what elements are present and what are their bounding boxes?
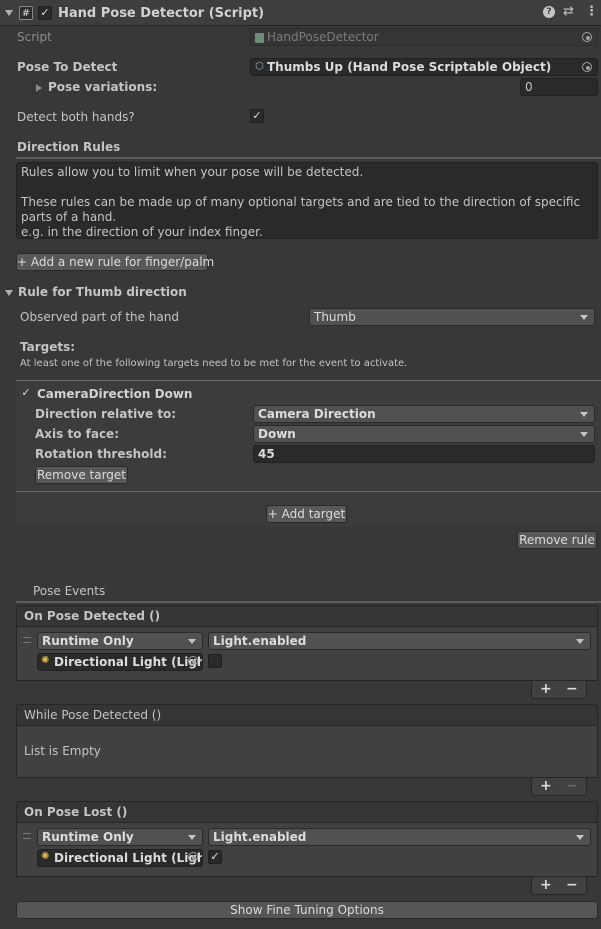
csharp-script-icon [255,33,264,43]
script-field: HandPoseDetector [250,28,598,46]
direction-relative-label: Direction relative to: [35,407,177,421]
target-divider [16,491,601,492]
pose-to-detect-label: Pose To Detect [17,60,118,74]
component-enabled-checkbox[interactable]: ✓ [38,6,52,20]
drag-handle-icon[interactable] [23,637,31,643]
pose-variations-field[interactable]: 0 [520,78,598,96]
detect-both-hands-label: Detect both hands? [17,110,135,124]
rule-title: Rule for Thumb direction [18,285,187,299]
add-event-button[interactable]: + [540,681,552,697]
object-picker-icon[interactable] [188,656,198,666]
pose-events-divider [16,601,601,603]
pose-variations-label: Pose variations: [48,80,158,94]
script-label: Script [17,30,52,44]
object-picker-icon [582,32,592,42]
presets-icon[interactable]: ⇄ [563,4,574,19]
function-dropdown[interactable]: Light.enabled [208,828,591,846]
light-object-field[interactable]: Directional Light (Light) [37,849,203,867]
pose-variations-foldout-icon[interactable] [36,84,42,92]
axis-to-face-label: Axis to face: [35,427,119,441]
on-pose-detected-header: On Pose Detected () [16,605,598,627]
remove-event-button: − [566,778,578,794]
chevron-down-icon [576,639,584,644]
rule-foldout-icon[interactable] [5,290,13,296]
light-object-value: Directional Light (Light) [54,655,203,669]
help-icon[interactable]: ? [543,6,555,18]
remove-target-button[interactable]: Remove target [35,466,128,484]
direction-rules-divider [16,157,601,159]
targets-hint: At least one of the following targets ne… [20,358,408,369]
axis-to-face-value: Down [258,427,296,441]
add-target-button[interactable]: + Add target [266,505,347,523]
direction-relative-dropdown[interactable]: Camera Direction [253,405,595,423]
light-icon: ✺ [41,851,50,862]
chevron-down-icon [580,412,588,417]
runtime-value: Runtime Only [42,634,134,648]
target-enabled-checkbox[interactable]: ✓ [20,387,32,399]
while-pose-detected-list [16,726,598,778]
chevron-down-icon [188,835,196,840]
chevron-down-icon [576,835,584,840]
observed-part-label: Observed part of the hand [20,310,180,324]
pose-to-detect-field[interactable]: Thumbs Up (Hand Pose Scriptable Object) [250,58,598,76]
rotation-threshold-field[interactable]: 45 [253,445,595,463]
scriptable-object-icon: ⬡ [255,61,264,72]
observed-part-value: Thumb [314,310,356,324]
remove-event-button[interactable]: − [566,681,578,697]
light-enabled-checkbox[interactable] [208,654,222,668]
pose-events-title: Pose Events [33,584,106,598]
drag-handle-icon[interactable] [23,833,31,839]
runtime-dropdown[interactable]: Runtime Only [37,632,203,650]
light-object-value: Directional Light (Light) [54,851,203,865]
chevron-down-icon [580,315,588,320]
light-enabled-checkbox[interactable]: ✓ [208,850,222,864]
component-title: Hand Pose Detector (Script) [58,6,265,21]
on-pose-lost-header: On Pose Lost () [16,801,598,823]
targets-label: Targets: [20,340,76,354]
script-field-value: HandPoseDetector [267,30,379,44]
direction-rules-title: Direction Rules [17,140,121,154]
pose-to-detect-value: Thumbs Up (Hand Pose Scriptable Object) [267,60,552,74]
foldout-arrow-icon[interactable] [5,10,13,16]
light-icon: ✺ [41,655,50,666]
context-menu-icon[interactable]: ⋮ [585,4,598,19]
function-value: Light.enabled [213,830,307,844]
pose-picker-icon[interactable] [582,62,592,72]
runtime-value: Runtime Only [42,830,134,844]
add-event-button[interactable]: + [540,778,552,794]
target-name: CameraDirection Down [37,387,193,401]
function-dropdown[interactable]: Light.enabled [208,632,591,650]
light-object-field[interactable]: Directional Light (Light) [37,653,203,671]
chevron-down-icon [580,432,588,437]
function-value: Light.enabled [213,634,307,648]
remove-event-button[interactable]: − [566,877,578,893]
show-fine-tuning-button[interactable]: Show Fine Tuning Options [16,901,598,919]
add-rule-button[interactable]: + Add a new rule for finger/palm [16,253,214,271]
add-event-button[interactable]: + [540,877,552,893]
direction-rules-help-box: Rules allow you to limit when your pose … [16,162,598,239]
rotation-threshold-label: Rotation threshold: [35,447,167,461]
axis-to-face-dropdown[interactable]: Down [253,425,595,443]
script-hash-icon: # [19,6,33,20]
object-picker-icon[interactable] [188,852,198,862]
while-pose-detected-header: While Pose Detected () [16,704,598,726]
observed-part-dropdown[interactable]: Thumb [309,308,595,326]
detect-both-hands-checkbox[interactable]: ✓ [250,109,264,123]
chevron-down-icon [188,639,196,644]
empty-list-text: List is Empty [24,744,101,758]
runtime-dropdown[interactable]: Runtime Only [37,828,203,846]
direction-relative-value: Camera Direction [258,407,376,421]
remove-rule-button[interactable]: Remove rule [517,531,597,549]
